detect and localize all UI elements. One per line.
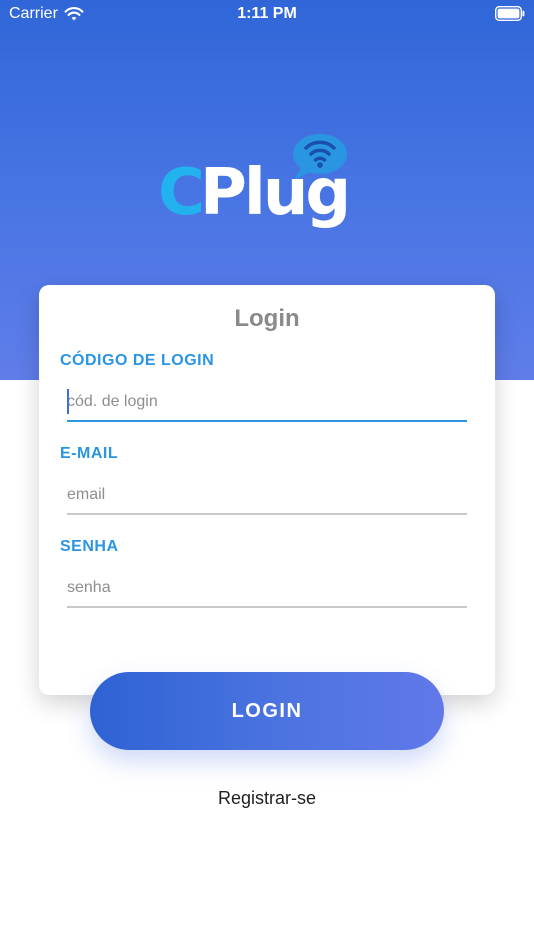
text-cursor (67, 389, 69, 414)
register-link[interactable]: Registrar-se (0, 788, 534, 809)
email-label: E-MAIL (60, 445, 119, 462)
status-time: 1:11 PM (237, 5, 297, 22)
login-card: Login CÓDIGO DE LOGIN E-MAIL SENHA (39, 285, 495, 695)
login-code-input[interactable] (67, 384, 467, 422)
logo-word-plug: Plug (200, 156, 348, 230)
battery-icon (495, 6, 525, 21)
email-input[interactable] (67, 477, 467, 515)
password-input[interactable] (67, 570, 467, 608)
card-title: Login (234, 305, 300, 332)
login-button[interactable]: LOGIN (90, 672, 444, 750)
login-code-label: CÓDIGO DE LOGIN (60, 352, 215, 369)
status-bar: Carrier 1:11 PM (0, 0, 534, 28)
cplug-logo: C Plug (158, 134, 351, 230)
logo-letter-c: C (158, 156, 205, 230)
password-label: SENHA (60, 538, 119, 555)
